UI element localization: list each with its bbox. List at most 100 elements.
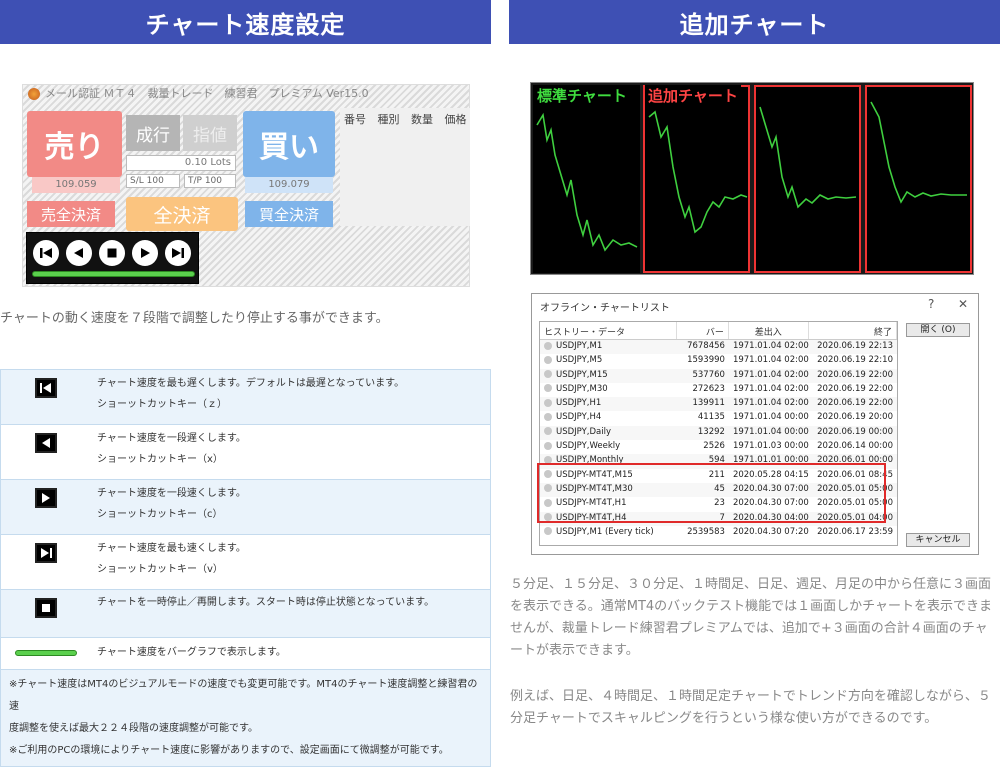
list-item[interactable]: USDJPY,M1 (Every tick) 2539583 2020.04.30 … [540,526,897,540]
market-order-button[interactable]: 成行 [126,115,180,151]
speed-bar-graph [32,271,195,277]
cell-history: USDJPY,M5 [540,354,677,368]
history-file-icon [544,441,552,450]
col-bars[interactable]: バー [677,322,729,339]
history-file-icon [544,370,552,379]
note-line-3: ※ご利用のPCの環境によりチャート速度に影響がありますので、設定画面にて微調整が… [9,745,449,756]
cell-from: 1971.01.04 02:00 [732,383,809,394]
lot-input[interactable]: 0.10 Lots [126,155,236,171]
list-item[interactable]: USDJPY,M1 7678456 1971.01.04 02:00 2020.06.… [540,340,897,355]
row-shortcut: ショーットカットキー（ｚ） [97,399,227,410]
history-name: USDJPY,H1 [556,398,602,409]
history-name: USDJPY,Daily [556,426,612,437]
sell-button[interactable]: 売り [27,111,122,177]
stop-icon[interactable] [99,240,125,266]
cell-from: 1971.01.04 00:00 [732,412,809,423]
table-row: チャート速度を一段遅くします。 ショーットカットキー（x） [1,425,490,480]
list-header: ヒストリー・データ バー 差出入 終了 [540,322,897,340]
cell-history: USDJPY,H4 [540,411,677,425]
list-item[interactable]: USDJPY,H4 41135 1971.01.04 00:00 2020.06.19… [540,411,897,425]
additional-chart-pane-3 [865,85,972,273]
table-row: チャート速度を最も遅くします。デフォルトは最遅となっています。 ショーットカット… [1,370,490,425]
history-name: USDJPY,M30 [556,383,608,394]
buy-button[interactable]: 買い [243,111,335,177]
history-file-icon [544,341,552,350]
table-row: チャート速度を最も速くします。 ショーットカットキー（v） [1,535,490,590]
table-row: チャート速度をバーグラフで表示します。 [1,638,490,670]
cell-to: 2020.06.17 23:59 [817,526,893,537]
note-line-1: ※チャート速度はMT4のビジュアルモードの速度でも変更可能です。MT4のチャート… [9,679,478,712]
orders-col-quantity: 数量 [411,113,433,126]
history-name: USDJPY,M5 [556,355,603,366]
cell-from: 1971.01.04 02:00 [732,355,809,366]
table-row: チャート速度を一段速くします。 ショーットカットキー（c） [1,480,490,535]
buy-close-all-button[interactable]: 買全決済 [245,201,333,227]
history-name: USDJPY,Weekly [556,441,621,452]
table-note: ※チャート速度はMT4のビジュアルモードの速度でも変更可能です。MT4のチャート… [1,670,490,766]
orders-col-type: 種別 [377,113,400,126]
col-history[interactable]: ヒストリー・データ [540,322,678,339]
list-item[interactable]: USDJPY,M15 537760 1971.01.04 02:00 2020.06.… [540,368,897,383]
cell-history: USDJPY,Daily [540,426,677,440]
close-icon[interactable]: ✕ [958,297,968,311]
standard-chart-pane [533,85,640,273]
stop-loss-input[interactable]: S/L 100 [126,174,180,188]
row-text: チャート速度を最も速くします。 [97,543,246,554]
cell-from: 1971.01.04 02:00 [732,369,809,380]
bar-icon [15,650,77,656]
sell-close-all-button[interactable]: 売全決済 [27,201,115,227]
list-item[interactable]: USDJPY,Weekly 2526 1971.01.03 00:00 2020.06… [540,440,897,454]
cell-bars: 13292 [697,426,725,437]
open-button[interactable]: 開く (O) [906,323,970,337]
cell-bars: 2526 [703,441,725,452]
cell-to: 2020.06.19 22:00 [817,383,893,394]
speed-control-bar [26,232,199,284]
cell-to: 2020.06.19 20:00 [817,412,893,423]
cell-to: 2020.06.19 22:00 [817,369,893,380]
list-item[interactable]: USDJPY,H1 139911 1971.01.04 02:00 2020.06.1… [540,397,897,412]
history-file-icon [544,412,552,421]
cell-from: 2020.04.30 07:20 [732,526,809,537]
limit-order-button[interactable]: 指値 [183,115,237,151]
cell-to: 2020.06.19 22:13 [817,341,893,351]
buy-price: 109.079 [245,177,333,193]
list-item[interactable]: USDJPY,Daily 13292 1971.01.04 00:00 2020.06… [540,425,897,441]
cell-to: 2020.06.19 22:10 [817,355,893,366]
cell-history: USDJPY,H1 [540,397,677,411]
fastest-icon [35,543,57,563]
list-item[interactable]: USDJPY,M5 1593990 1971.01.04 02:00 2020.06.… [540,354,897,368]
history-file-icon [544,355,552,364]
orders-header: 番号 種別 数量 価格 [340,108,470,130]
help-icon[interactable]: ? [928,297,934,311]
row-text: チャート速度を一段遅くします。 [97,433,246,444]
cell-bars: 139911 [692,398,725,409]
cancel-button[interactable]: キャンセル [906,533,970,547]
cell-to: 2020.06.14 00:00 [817,441,893,452]
first-icon[interactable] [33,240,59,266]
slower-icon [35,433,57,453]
col-to[interactable]: 終了 [809,322,897,339]
take-profit-input[interactable]: T/P 100 [184,174,236,188]
close-all-button[interactable]: 全決済 [126,197,238,231]
cell-from: 1971.01.04 02:00 [732,398,809,409]
history-name: USDJPY,M1 (Every tick) [556,526,654,537]
history-name: USDJPY,M1 [556,341,603,351]
highlight-box [537,463,886,523]
next-icon[interactable] [132,240,158,266]
cell-from: 1971.01.03 00:00 [732,441,809,452]
prev-icon[interactable] [66,240,92,266]
history-file-icon [544,398,552,407]
cell-to: 2020.06.19 22:00 [817,398,893,409]
row-text: チャート速度を最も遅くします。デフォルトは最遅となっています。 [97,378,405,389]
row-text: チャート速度を一段速くします。 [97,488,246,499]
row-shortcut: ショーットカットキー（c） [97,509,223,520]
speed-help-table: チャート速度を最も遅くします。デフォルトは最遅となっています。 ショーットカット… [0,369,491,767]
slowest-icon [35,378,57,398]
last-icon[interactable] [165,240,191,266]
table-row: チャートを一時停止／再開します。スタート時は停止状態となっています。 [1,590,490,638]
list-item[interactable]: USDJPY,M30 272623 1971.01.04 02:00 2020.06.… [540,383,897,397]
col-from[interactable]: 差出入 [729,322,809,339]
cell-from: 1971.01.04 02:00 [732,341,809,351]
dialog-title: オフライン・チャートリスト [540,303,670,314]
history-name: USDJPY,H4 [556,412,602,423]
